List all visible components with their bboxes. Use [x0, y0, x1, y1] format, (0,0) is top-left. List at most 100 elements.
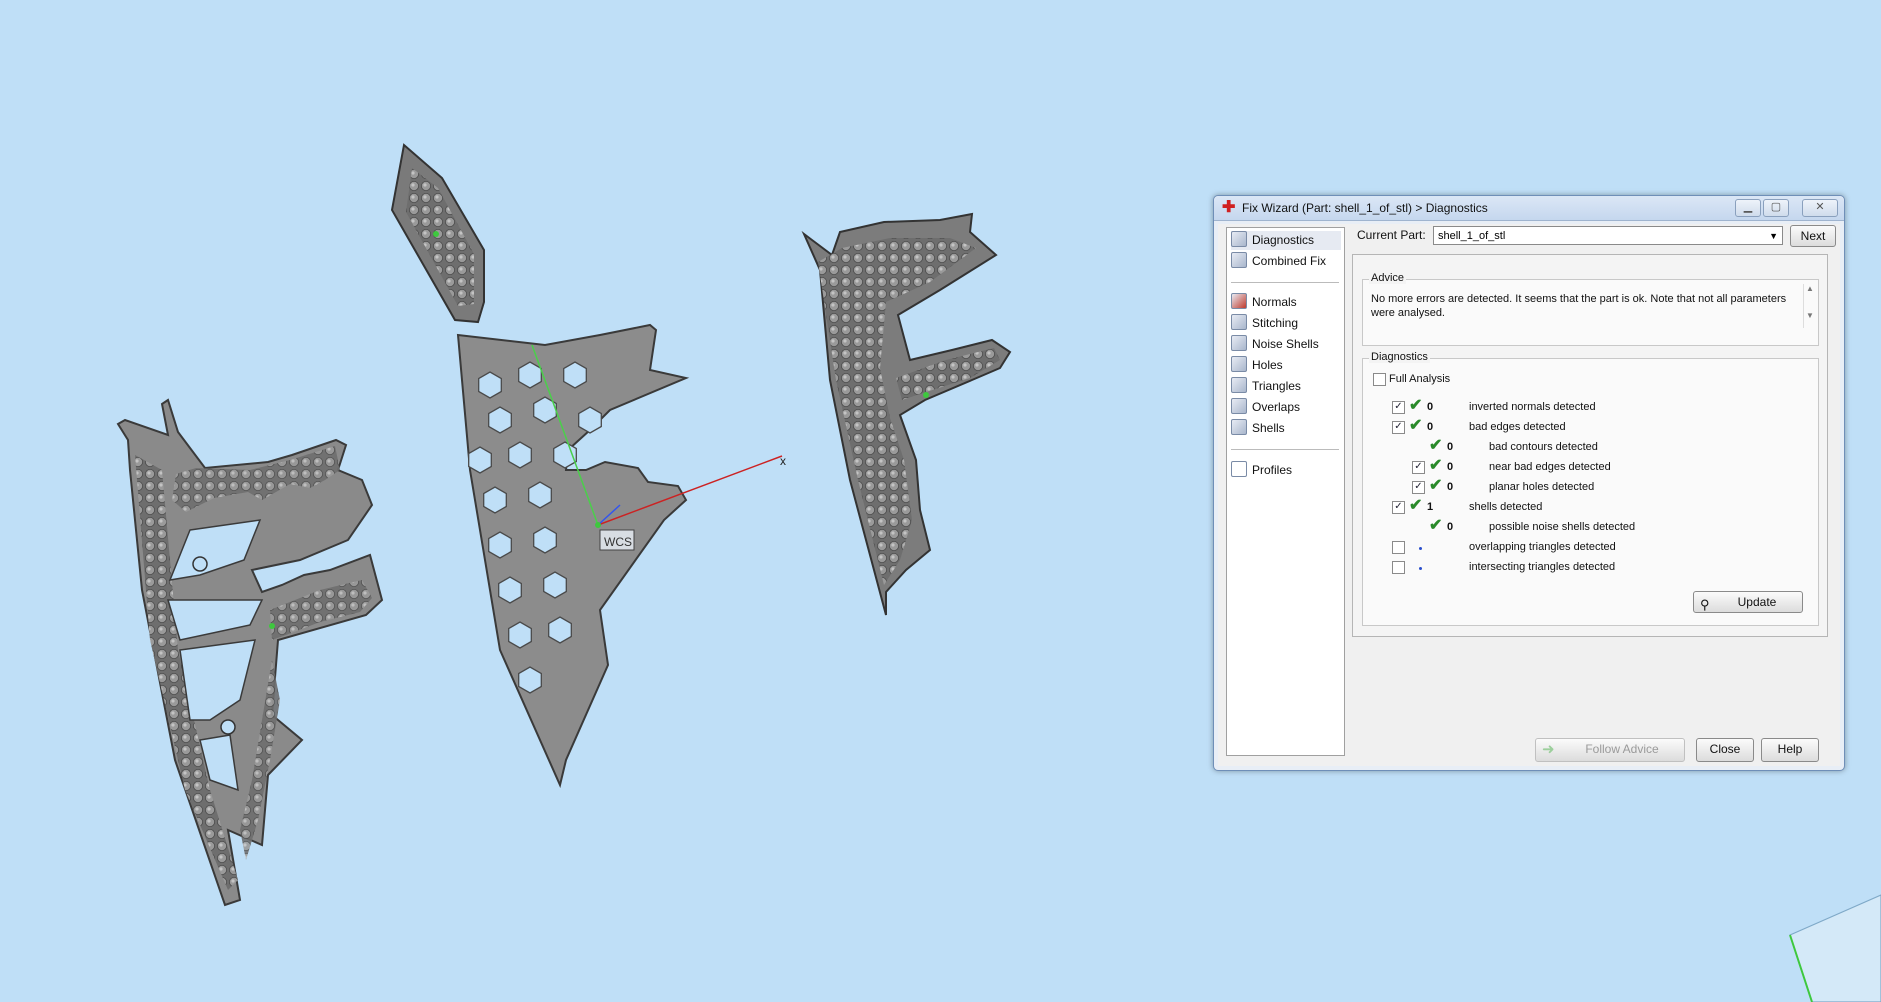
- row-count: 0: [1447, 521, 1454, 533]
- holes-icon: [1231, 356, 1247, 372]
- nav-item-noise-shells[interactable]: Noise Shells: [1231, 335, 1341, 354]
- chevron-down-icon: ▼: [1769, 231, 1778, 241]
- row-count: 0: [1427, 421, 1434, 433]
- noise-shells-icon: [1231, 335, 1247, 351]
- row-checkbox[interactable]: ✓: [1392, 421, 1405, 434]
- minimize-button[interactable]: ▁: [1735, 199, 1761, 217]
- row-label: planar holes detected: [1489, 481, 1595, 493]
- normals-icon: [1231, 293, 1247, 309]
- not-analysed-dot-icon: [1419, 567, 1422, 570]
- follow-advice-label: Follow Advice: [1585, 742, 1659, 756]
- nav-separator: [1231, 282, 1339, 283]
- help-button[interactable]: Help: [1761, 738, 1819, 762]
- honeycomb-hole: [518, 361, 542, 389]
- nav-item-combined-fix[interactable]: Combined Fix: [1231, 252, 1341, 271]
- honeycomb-hole: [518, 666, 542, 694]
- row-checkbox[interactable]: [1392, 541, 1405, 554]
- nav-label: Combined Fix: [1252, 254, 1327, 268]
- row-checkbox[interactable]: ✓: [1392, 501, 1405, 514]
- ok-check-icon: ✔: [1409, 497, 1423, 514]
- nav-label: Profiles: [1252, 463, 1293, 477]
- wcs-label: WCS: [604, 535, 632, 549]
- dialog-titlebar[interactable]: ✚ Fix Wizard (Part: shell_1_of_stl) > Di…: [1214, 196, 1844, 221]
- combined-fix-icon: [1231, 252, 1247, 268]
- nav-item-normals[interactable]: Normals: [1231, 293, 1341, 312]
- current-part-label: Current Part:: [1357, 228, 1426, 242]
- shells-icon: [1231, 419, 1247, 435]
- maximize-button[interactable]: ▢: [1763, 199, 1789, 217]
- row-count: 0: [1427, 401, 1434, 413]
- nav-item-triangles[interactable]: Triangles: [1231, 377, 1341, 396]
- honeycomb-hole: [578, 406, 602, 434]
- honeycomb-hole: [478, 371, 502, 399]
- row-checkbox[interactable]: [1392, 561, 1405, 574]
- advice-title: Advice: [1369, 272, 1407, 284]
- next-button[interactable]: Next: [1790, 225, 1836, 247]
- current-part-select[interactable]: shell_1_of_stl ▼: [1433, 226, 1783, 245]
- row-label: near bad edges detected: [1489, 461, 1611, 473]
- honeycomb-hole: [543, 571, 567, 599]
- honeycomb-hole: [498, 576, 522, 604]
- update-label: Update: [1737, 595, 1777, 609]
- nav-item-shells[interactable]: Shells: [1231, 419, 1341, 438]
- overlaps-icon: [1231, 398, 1247, 414]
- nav-item-overlaps[interactable]: Overlaps: [1231, 398, 1341, 417]
- ok-check-icon: ✔: [1429, 437, 1443, 454]
- row-checkbox[interactable]: ✓: [1412, 461, 1425, 474]
- row-label: bad contours detected: [1489, 441, 1598, 453]
- honeycomb-hole: [508, 441, 532, 469]
- honeycomb-hole: [488, 406, 512, 434]
- row-count: 0: [1447, 461, 1454, 473]
- diagnostics-panel: Advice No more errors are detected. It s…: [1352, 254, 1828, 637]
- nav-label: Triangles: [1252, 379, 1301, 393]
- view-cube[interactable]: [1789, 894, 1881, 1002]
- nav-label: Diagnostics: [1252, 233, 1315, 247]
- honeycomb-hole: [488, 531, 512, 559]
- row-label: shells detected: [1469, 501, 1543, 513]
- diagnostics-title: Diagnostics: [1369, 351, 1430, 363]
- advice-text: No more errors are detected. It seems th…: [1371, 293, 1787, 319]
- nav-item-stitching[interactable]: Stitching: [1231, 314, 1341, 333]
- full-analysis-checkbox[interactable]: [1373, 373, 1386, 386]
- x-axis-label: x: [780, 454, 786, 468]
- nav-label: Normals: [1252, 295, 1297, 309]
- nav-label: Holes: [1252, 358, 1283, 372]
- honeycomb-hole: [508, 621, 532, 649]
- nav-item-holes[interactable]: Holes: [1231, 356, 1341, 375]
- not-analysed-dot-icon: [1419, 547, 1422, 550]
- full-analysis-label: Full Analysis: [1389, 373, 1451, 385]
- nav-label: Stitching: [1252, 316, 1299, 330]
- fix-wizard-icon: ✚: [1222, 199, 1236, 216]
- row-label: possible noise shells detected: [1489, 521, 1636, 533]
- ok-check-icon: ✔: [1429, 457, 1443, 474]
- nav-item-profiles[interactable]: Profiles: [1231, 461, 1341, 480]
- ok-check-icon: ✔: [1409, 417, 1423, 434]
- row-checkbox[interactable]: ✓: [1392, 401, 1405, 414]
- row-checkbox[interactable]: ✓: [1412, 481, 1425, 494]
- row-label: bad edges detected: [1469, 421, 1566, 433]
- nav-label: Noise Shells: [1252, 337, 1319, 351]
- nav-item-diagnostics[interactable]: Diagnostics: [1231, 231, 1341, 250]
- honeycomb-hole: [533, 526, 557, 554]
- window-close-button[interactable]: ✕: [1802, 199, 1838, 217]
- nav-separator: [1231, 449, 1339, 450]
- triangles-icon: [1231, 377, 1247, 393]
- advice-scrollbar[interactable]: ▲ ▼: [1803, 284, 1816, 328]
- current-part-value: shell_1_of_stl: [1438, 230, 1506, 242]
- honeycomb-hole: [528, 481, 552, 509]
- arrow-right-icon: ➜: [1542, 741, 1555, 758]
- row-count: 0: [1447, 481, 1454, 493]
- update-button[interactable]: ⚲ Update: [1693, 591, 1803, 613]
- fix-wizard-dialog: ✚ Fix Wizard (Part: shell_1_of_stl) > Di…: [1213, 195, 1845, 771]
- ok-check-icon: ✔: [1429, 517, 1443, 534]
- diamond-model: [390, 143, 485, 324]
- nav-label: Shells: [1252, 421, 1285, 435]
- row-label: overlapping triangles detected: [1469, 541, 1616, 553]
- row-label: inverted normals detected: [1469, 401, 1596, 413]
- row-count: 1: [1427, 501, 1434, 513]
- follow-advice-button[interactable]: ➜ Follow Advice: [1535, 738, 1685, 762]
- diagnostics-group: Diagnostics Full Analysis ✓ ✔ 0 inverted…: [1362, 351, 1819, 626]
- honeycomb-hole: [563, 361, 587, 389]
- close-button[interactable]: Close: [1696, 738, 1754, 762]
- dialog-title: Fix Wizard (Part: shell_1_of_stl) > Diag…: [1242, 201, 1488, 215]
